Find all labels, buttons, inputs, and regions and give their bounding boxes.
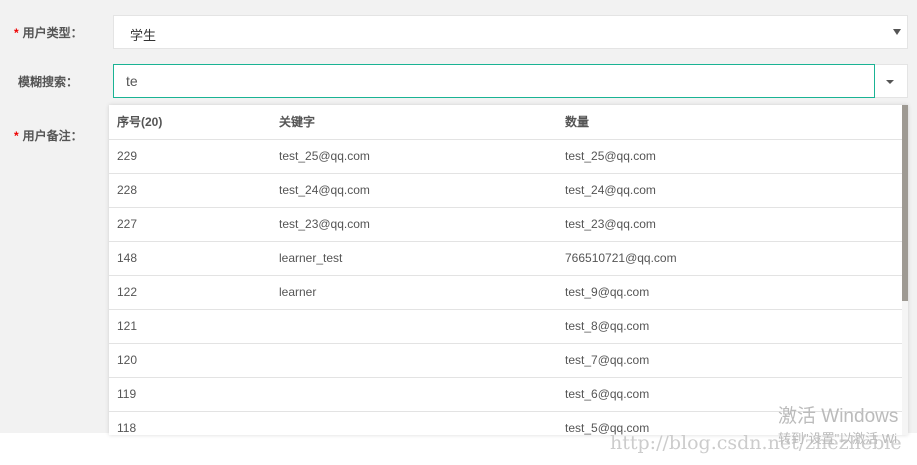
cell-keyword: [271, 309, 557, 344]
fuzzy-search-input[interactable]: [114, 65, 874, 97]
suggestion-table: 序号(20) 关键字 数量 229 test_25@qq.com test_25@q…: [109, 105, 902, 435]
windows-activation-title: 激活 Windows: [778, 406, 899, 427]
table-row[interactable]: 122 learner test_9@qq.com: [109, 275, 902, 310]
cell-count: test_7@qq.com: [557, 343, 902, 378]
cell-keyword: learner: [271, 275, 557, 310]
suggestion-dropdown: 序号(20) 关键字 数量 229 test_25@qq.com test_25@q…: [109, 105, 908, 435]
caret-down-icon: [886, 80, 894, 84]
cell-index: 227: [109, 207, 271, 242]
header-count: 数量: [557, 105, 902, 140]
cell-keyword: [271, 377, 557, 412]
cell-keyword: test_25@qq.com: [271, 139, 557, 174]
cell-index: 121: [109, 309, 271, 344]
fuzzy-search-field[interactable]: [113, 64, 875, 98]
cell-index: 122: [109, 275, 271, 310]
user-type-value: 学生: [130, 28, 157, 43]
cell-count: 766510721@qq.com: [557, 241, 902, 276]
user-type-label: * 用户类型：: [14, 26, 83, 40]
windows-activation-subtitle: 转到"设置"以激活 Wi: [778, 431, 897, 446]
cell-keyword: learner_test: [271, 241, 557, 276]
cell-count: test_23@qq.com: [557, 207, 902, 242]
table-row[interactable]: 227 test_23@qq.com test_23@qq.com: [109, 207, 902, 242]
cell-keyword: [271, 411, 557, 435]
table-row[interactable]: 120 test_7@qq.com: [109, 343, 902, 378]
cell-index: 228: [109, 173, 271, 208]
cell-keyword: test_24@qq.com: [271, 173, 557, 208]
cell-index: 119: [109, 377, 271, 412]
cell-count: test_9@qq.com: [557, 275, 902, 310]
table-row[interactable]: 148 learner_test 766510721@qq.com: [109, 241, 902, 276]
header-index: 序号(20): [109, 105, 271, 140]
cell-count: test_25@qq.com: [557, 139, 902, 174]
chevron-down-icon: [893, 29, 901, 35]
cell-index: 229: [109, 139, 271, 174]
table-row[interactable]: 121 test_8@qq.com: [109, 309, 902, 344]
cell-index: 120: [109, 343, 271, 378]
dropdown-toggle-button[interactable]: [875, 64, 908, 98]
fuzzy-search-label: 模糊搜索：: [18, 75, 79, 89]
cell-count: test_24@qq.com: [557, 173, 902, 208]
cell-index: 118: [109, 411, 271, 435]
table-header-row: 序号(20) 关键字 数量: [109, 105, 902, 140]
table-row[interactable]: 228 test_24@qq.com test_24@qq.com: [109, 173, 902, 208]
cell-index: 148: [109, 241, 271, 276]
scrollbar-track[interactable]: [902, 105, 908, 435]
table-row[interactable]: 229 test_25@qq.com test_25@qq.com: [109, 139, 902, 174]
user-note-label: * 用户备注：: [14, 129, 83, 143]
cell-keyword: [271, 343, 557, 378]
scrollbar-thumb[interactable]: [902, 105, 908, 301]
cell-count: test_8@qq.com: [557, 309, 902, 344]
user-type-select[interactable]: 学生: [113, 15, 908, 49]
header-keyword: 关键字: [271, 105, 557, 140]
cell-keyword: test_23@qq.com: [271, 207, 557, 242]
